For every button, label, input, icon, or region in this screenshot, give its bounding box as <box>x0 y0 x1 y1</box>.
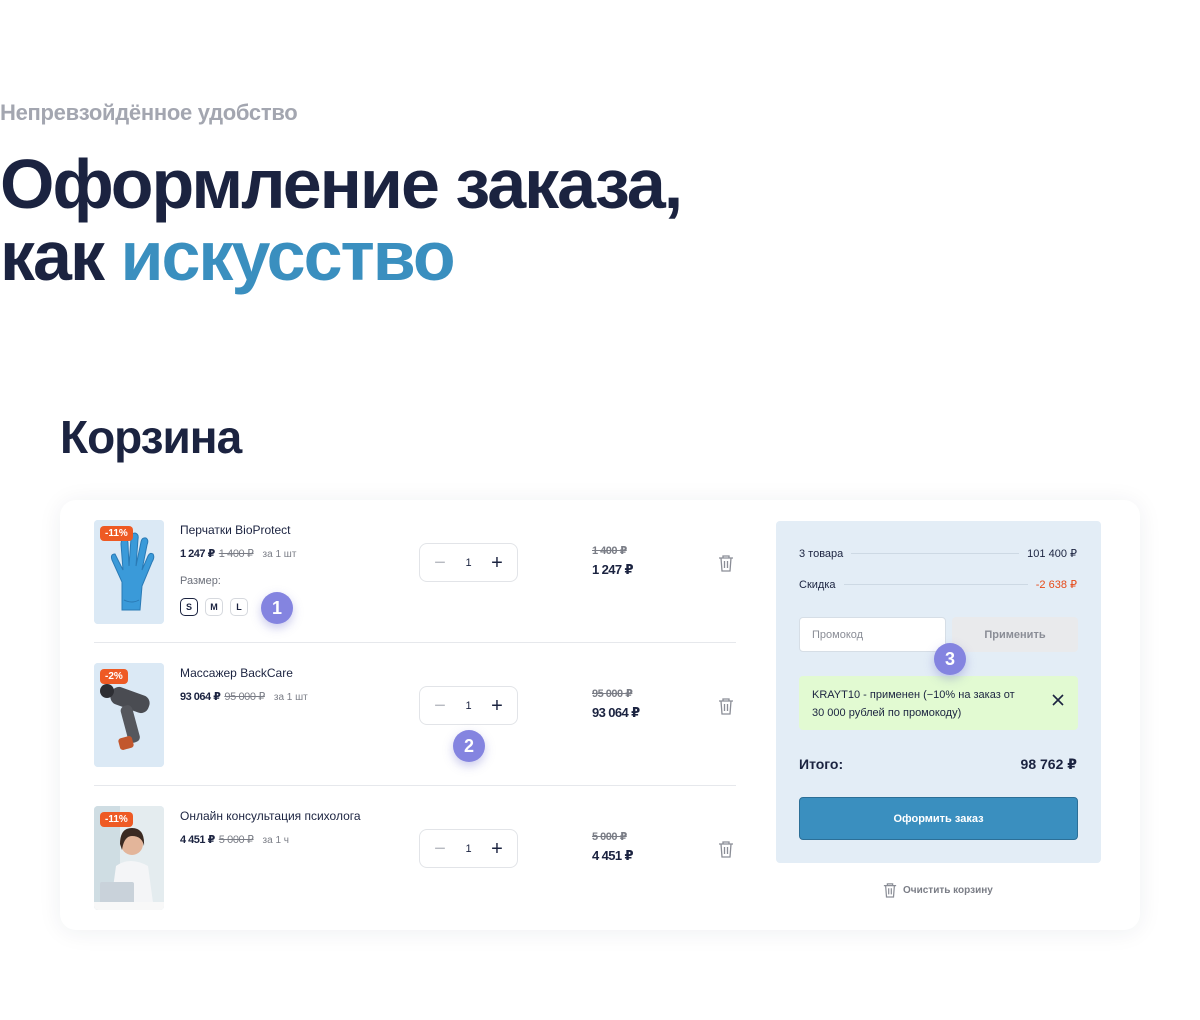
leader-dots <box>851 553 1020 554</box>
grand-total-value: 98 762 ₽ <box>1020 756 1077 772</box>
price-unit: за 1 ч <box>262 835 290 846</box>
hero-line-1: Оформление заказа, <box>0 145 683 223</box>
size-option-s[interactable]: S <box>180 598 198 616</box>
cart-card: -11% Перчатки BioProtect 1 247 ₽1 400 ₽ з… <box>60 500 1140 930</box>
close-icon <box>1052 694 1064 706</box>
discount-badge: -2% <box>100 669 128 684</box>
step-marker-2: 2 <box>453 730 485 762</box>
line-total: 5 000 ₽ 4 451 ₽ <box>592 830 634 864</box>
line-total-old: 95 000 ₽ <box>592 688 633 700</box>
product-prices: 93 064 ₽95 000 ₽ за 1 шт <box>180 690 308 703</box>
quantity-value: 1 <box>465 556 472 569</box>
line-total-new: 1 247 ₽ <box>592 562 634 577</box>
line-total-new: 4 451 ₽ <box>592 848 634 863</box>
line-total-new: 93 064 ₽ <box>592 705 640 720</box>
product-image: -2% <box>94 663 164 767</box>
checkout-button[interactable]: Оформить заказ <box>799 797 1078 840</box>
price-current: 93 064 ₽ <box>180 691 221 703</box>
cart-item: -2% Массажер BackCare 93 064 ₽95 000 ₽ за… <box>94 643 736 786</box>
discount-badge: -11% <box>100 526 133 541</box>
leader-dots <box>843 584 1028 585</box>
price-old: 1 400 ₽ <box>218 548 254 560</box>
promo-code-input[interactable]: Промокод <box>799 617 946 652</box>
size-selector: S M L <box>180 598 248 616</box>
page-subtitle: Непревзойдённое удобство <box>0 100 298 125</box>
trash-icon <box>719 555 733 572</box>
price-unit: за 1 шт <box>262 549 297 560</box>
price-old: 5 000 ₽ <box>218 834 254 846</box>
promo-applied-notice: KRAYT10 - применен (−10% на заказ от 30 … <box>799 676 1078 730</box>
order-summary: 3 товара 101 400 ₽ Скидка -2 638 ₽ Промо… <box>776 521 1101 863</box>
summary-discount-label: Скидка <box>799 579 836 591</box>
decrease-button[interactable]: − <box>432 839 448 859</box>
page-hero-title: Оформление заказа, как искусство <box>0 145 683 292</box>
clear-cart-button[interactable]: Очистить корзину <box>883 882 993 898</box>
product-name[interactable]: Перчатки BioProtect <box>180 523 291 537</box>
line-total: 1 400 ₽ 1 247 ₽ <box>592 544 634 578</box>
hero-accent-word: искусство <box>120 217 455 295</box>
quantity-value: 1 <box>465 699 472 712</box>
increase-button[interactable]: + <box>489 696 505 716</box>
product-prices: 4 451 ₽5 000 ₽ за 1 ч <box>180 833 289 846</box>
delete-item-button[interactable] <box>718 840 734 863</box>
remove-promo-button[interactable] <box>1052 694 1064 712</box>
size-label: Размер: <box>180 575 221 587</box>
cart-item: -11% Перчатки BioProtect 1 247 ₽1 400 ₽ з… <box>94 500 736 643</box>
line-total-old: 5 000 ₽ <box>592 831 627 843</box>
trash-icon <box>719 698 733 715</box>
line-total-old: 1 400 ₽ <box>592 545 627 557</box>
price-current: 4 451 ₽ <box>180 834 215 846</box>
line-total: 95 000 ₽ 93 064 ₽ <box>592 687 640 721</box>
summary-items-label: 3 товара <box>799 548 844 560</box>
apply-promo-button[interactable]: Применить <box>952 617 1078 652</box>
clear-cart-label: Очистить корзину <box>903 884 993 896</box>
grand-total-label: Итого: <box>799 756 844 772</box>
delete-item-button[interactable] <box>718 697 734 720</box>
trash-icon <box>883 883 897 898</box>
increase-button[interactable]: + <box>489 839 505 859</box>
decrease-button[interactable]: − <box>432 553 448 573</box>
product-image: -11% <box>94 520 164 624</box>
product-name[interactable]: Массажер BackCare <box>180 666 293 680</box>
product-image: -11% <box>94 806 164 910</box>
hero-plain-word: как <box>0 217 105 295</box>
cart-item: -11% Онлайн консультация психолога 4 451… <box>94 786 736 929</box>
size-option-m[interactable]: M <box>205 598 223 616</box>
price-unit: за 1 шт <box>273 692 308 703</box>
step-marker-1: 1 <box>261 592 293 624</box>
promo-applied-text: KRAYT10 - применен (−10% на заказ от 30 … <box>812 689 1015 719</box>
summary-items-total: 101 400 ₽ <box>1027 548 1077 560</box>
summary-items-row: 3 товара 101 400 ₽ <box>799 547 1077 560</box>
size-option-l[interactable]: L <box>230 598 248 616</box>
quantity-stepper: − 1 + <box>419 543 518 582</box>
summary-discount-value: -2 638 ₽ <box>1035 579 1077 591</box>
product-prices: 1 247 ₽1 400 ₽ за 1 шт <box>180 547 296 560</box>
quantity-value: 1 <box>465 842 472 855</box>
step-marker-3: 3 <box>934 643 966 675</box>
price-old: 95 000 ₽ <box>224 691 265 703</box>
price-current: 1 247 ₽ <box>180 548 215 560</box>
decrease-button[interactable]: − <box>432 696 448 716</box>
quantity-stepper: − 1 + <box>419 829 518 868</box>
summary-discount-row: Скидка -2 638 ₽ <box>799 578 1077 591</box>
delete-item-button[interactable] <box>718 554 734 577</box>
product-name[interactable]: Онлайн консультация психолога <box>180 809 361 823</box>
grand-total-row: Итого: 98 762 ₽ <box>799 756 1077 773</box>
increase-button[interactable]: + <box>489 553 505 573</box>
hero-line-2: как искусство <box>0 220 681 292</box>
cart-title: Корзина <box>60 411 242 463</box>
discount-badge: -11% <box>100 812 133 827</box>
trash-icon <box>719 841 733 858</box>
quantity-stepper: − 1 + <box>419 686 518 725</box>
